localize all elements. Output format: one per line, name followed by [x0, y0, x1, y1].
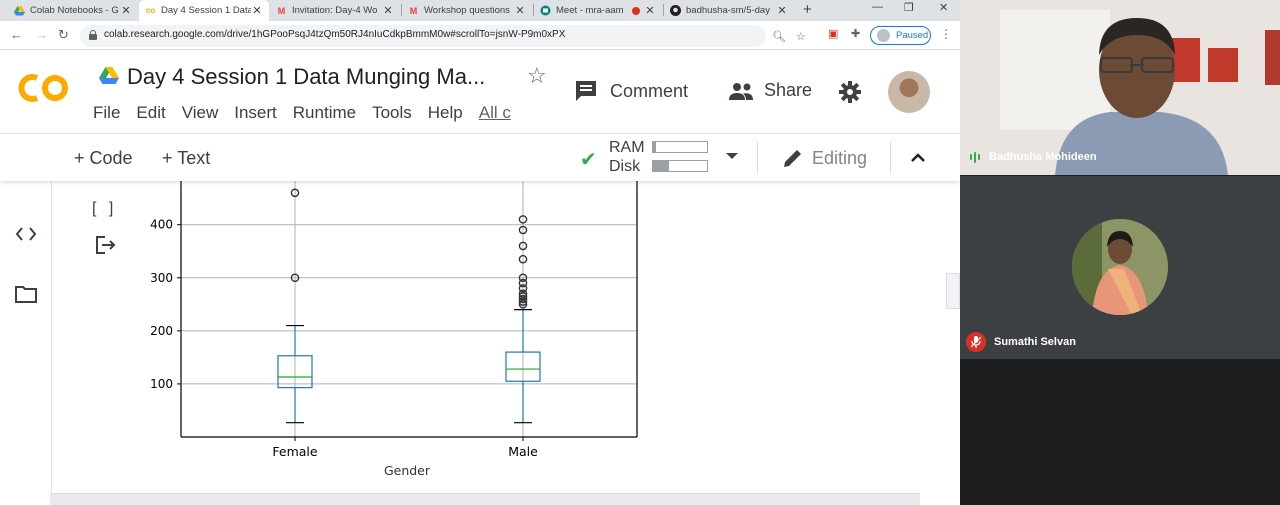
menu-runtime[interactable]: Runtime [293, 103, 356, 123]
browser-menu-icon[interactable]: ⋮ [940, 27, 952, 41]
y-tick-label: 100 [150, 377, 173, 391]
left-sidebar [0, 135, 52, 505]
presenter-video [960, 0, 1280, 175]
profile-paused-button[interactable]: Paused [870, 26, 931, 45]
ram-label: RAM [609, 139, 645, 156]
address-bar-row: ← → ↻ colab.research.google.com/drive/1h… [0, 21, 960, 50]
notebook-toolbar: + Code + Text ✔ RAM Disk Editing [0, 135, 960, 181]
colab-icon: co [145, 6, 156, 15]
add-code-cell-button[interactable]: + Code [74, 148, 133, 169]
output-actions-icon[interactable] [96, 236, 116, 254]
new-tab-icon[interactable]: + [803, 1, 812, 18]
comment-button[interactable]: Comment [574, 80, 688, 102]
extension-icon[interactable]: ▣ [828, 27, 838, 40]
minimize-icon[interactable]: — [872, 1, 883, 13]
gmail-icon: M [409, 5, 418, 16]
vertical-scrollbar[interactable] [946, 273, 960, 309]
boxplot-chart: 100200300400500FemaleMaleGender [150, 181, 638, 478]
drive-icon [14, 5, 25, 16]
microphone-muted-icon [966, 332, 986, 352]
files-folder-icon[interactable] [15, 284, 37, 304]
pencil-icon [784, 150, 801, 167]
close-tab-icon[interactable]: ✕ [776, 4, 788, 17]
y-tick-label: 400 [150, 218, 173, 232]
profile-avatar-icon [877, 29, 890, 42]
browser-window: Colab Notebooks - G ✕ co Day 4 Session 1… [0, 0, 960, 505]
editing-mode-button[interactable]: Editing [782, 147, 867, 169]
all-changes-saved-link[interactable]: All c [479, 103, 511, 123]
account-avatar[interactable] [888, 71, 930, 113]
notebook-title[interactable]: Day 4 Session 1 Data Munging Ma... [127, 64, 485, 90]
tab-strip: Colab Notebooks - G ✕ co Day 4 Session 1… [0, 0, 960, 21]
lock-icon [89, 30, 97, 40]
menu-insert[interactable]: Insert [234, 103, 277, 123]
zoom-icon[interactable]: 🔍︎ [772, 30, 786, 43]
colab-logo[interactable] [17, 70, 73, 106]
y-tick-label: 200 [150, 324, 173, 338]
drive-icon[interactable] [99, 67, 119, 85]
meet-participants-panel: Badhusha Mohideen Sumathi Selvan [960, 0, 1280, 505]
participant-tile-badhusha[interactable]: Badhusha Mohideen [960, 0, 1280, 175]
run-cell-button[interactable]: [ ] [92, 200, 117, 218]
url-input[interactable]: colab.research.google.com/drive/1hGPooPs… [80, 25, 806, 47]
participant-name-badhusha: Badhusha Mohideen [970, 151, 1097, 163]
close-tab-icon[interactable]: ✕ [514, 4, 526, 17]
participant-avatar-sumathi [1072, 219, 1168, 315]
recording-dot-icon [632, 6, 640, 15]
x-axis-label: Gender [384, 463, 431, 478]
close-tab-icon[interactable]: ✕ [382, 4, 394, 17]
tab-day4-session1[interactable]: co Day 4 Session 1 Data ✕ [139, 0, 269, 21]
speaking-indicator-icon [970, 151, 980, 163]
menu-file[interactable]: File [93, 103, 120, 123]
participant-tile-sumathi[interactable]: Sumathi Selvan [960, 176, 1280, 359]
x-tick-label: Male [508, 444, 538, 459]
forward-icon[interactable]: → [35, 27, 48, 42]
menu-help[interactable]: Help [428, 103, 463, 123]
runtime-dropdown-icon[interactable] [726, 153, 738, 159]
close-tab-icon[interactable]: ✕ [251, 4, 263, 17]
disk-usage-bar[interactable] [652, 160, 708, 172]
y-tick-label: 300 [150, 271, 173, 285]
menu-view[interactable]: View [182, 103, 219, 123]
close-tab-icon[interactable]: ✕ [120, 4, 132, 17]
tab-meet[interactable]: Meet - mra-aam ✕ [534, 0, 662, 21]
bookmark-star-icon[interactable]: ☆ [796, 30, 806, 43]
participant-tile-empty [960, 360, 1280, 505]
star-icon[interactable]: ☆ [527, 63, 547, 89]
x-tick-label: Female [272, 444, 318, 459]
tab-github[interactable]: badhusha-sm/5-day ✕ [664, 0, 794, 21]
comment-icon [576, 81, 596, 101]
code-snippets-icon[interactable] [15, 224, 37, 244]
disk-label: Disk [609, 158, 641, 175]
tab-workshop-questions[interactable]: M Workshop questions ✕ [402, 0, 532, 21]
restore-icon[interactable]: ❐ [904, 1, 914, 14]
gear-icon[interactable] [838, 80, 862, 104]
people-icon [729, 82, 753, 100]
ram-usage-bar[interactable] [652, 141, 708, 153]
horizontal-scrollbar[interactable] [50, 493, 920, 505]
menu-edit[interactable]: Edit [136, 103, 165, 123]
share-button[interactable]: Share [728, 80, 812, 101]
add-text-cell-button[interactable]: + Text [162, 148, 210, 169]
gmail-icon: M [277, 5, 286, 16]
menu-bar: File Edit View Insert Runtime Tools Help… [93, 103, 511, 123]
puzzle-icon[interactable]: ✚ [851, 27, 860, 40]
close-tab-icon[interactable]: ✕ [644, 4, 656, 17]
close-window-icon[interactable]: ✕ [939, 1, 948, 14]
colab-header: Day 4 Session 1 Data Munging Ma... ☆ Fil… [0, 50, 960, 134]
participant-name-sumathi: Sumathi Selvan [966, 332, 1076, 352]
back-icon[interactable]: ← [10, 27, 23, 42]
tab-colab-notebooks[interactable]: Colab Notebooks - G ✕ [8, 0, 138, 21]
reload-icon[interactable]: ↻ [58, 27, 69, 43]
connected-check-icon: ✔ [580, 149, 597, 171]
github-icon [670, 5, 681, 16]
menu-tools[interactable]: Tools [372, 103, 412, 123]
tab-invitation[interactable]: M Invitation: Day-4 Wo ✕ [270, 0, 400, 21]
collapse-header-icon[interactable] [911, 151, 925, 165]
meet-icon [540, 5, 551, 16]
